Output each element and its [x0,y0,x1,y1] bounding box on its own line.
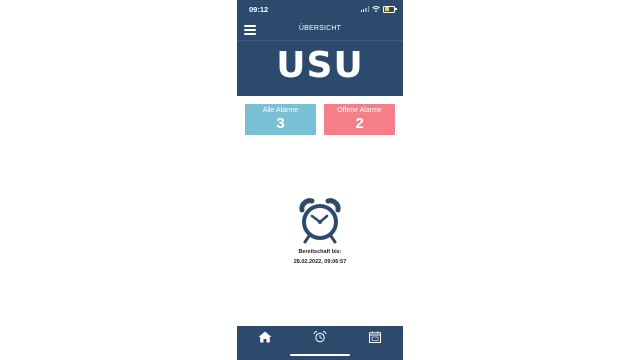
open-alarms-count: 2 [355,115,364,132]
status-bar: 09:12 [237,0,403,18]
all-alarms-card[interactable]: Alle Alarme 3 [245,104,316,135]
status-icons [360,5,397,13]
alarm-clock-tab-icon[interactable] [313,331,327,343]
all-alarms-label: Alle Alarme [262,107,299,114]
alarm-clock-icon [299,198,341,244]
app-screen: 09:12 ÜBERSICHT USU Alle Alarme 3 Offene… [237,0,403,360]
home-icon[interactable] [258,331,272,343]
status-time: 09:12 [249,5,269,14]
calendar-icon[interactable] [368,331,382,343]
page-title: ÜBERSICHT [298,25,342,32]
nav-bar: ÜBERSICHT [237,20,403,41]
signal-icon [360,6,369,12]
all-alarms-count: 3 [276,115,285,132]
home-indicator[interactable] [290,354,350,356]
battery-icon [383,5,397,13]
open-alarms-label: Offene Alarme [337,107,382,114]
header: 09:12 ÜBERSICHT USU [237,0,403,96]
logo: USU [276,45,364,86]
wifi-icon [372,6,380,12]
standby-label: Bereitschaft bis: [298,249,342,255]
open-alarms-card[interactable]: Offene Alarme 2 [324,104,395,135]
standby-value: 28.02.2022, 09:06:57 [293,259,347,265]
